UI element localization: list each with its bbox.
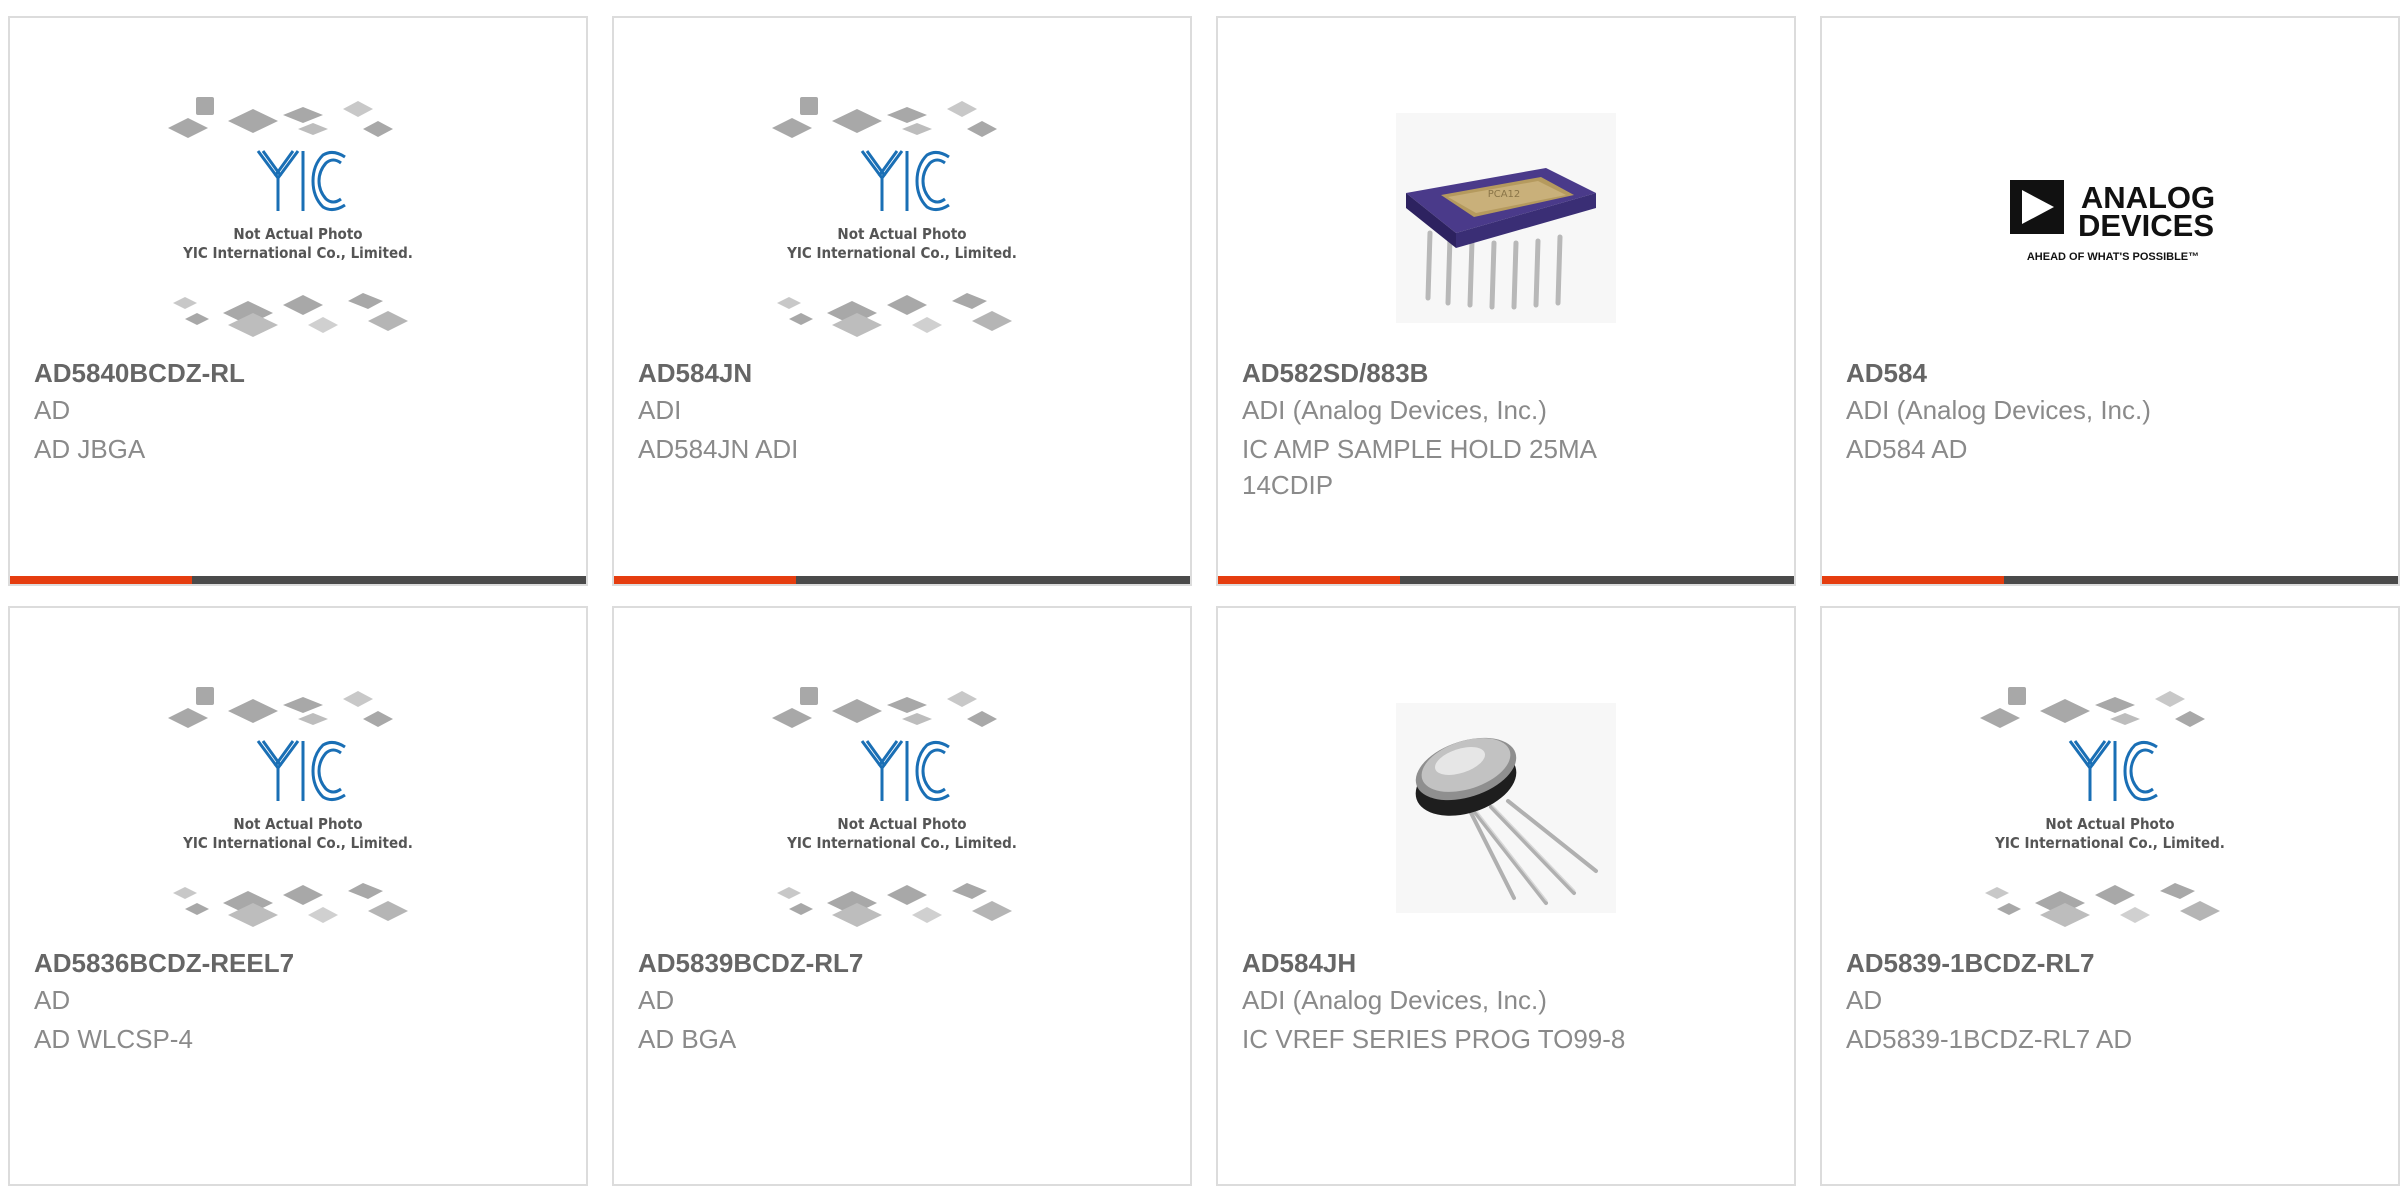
product-card[interactable]: Not Actual Photo YIC International Co., … xyxy=(612,606,1192,1186)
product-image: Not Actual Photo YIC International Co., … xyxy=(614,68,1190,368)
part-number[interactable]: AD5840BCDZ-RL xyxy=(34,358,562,389)
product-image xyxy=(1218,658,1794,958)
placeholder-caption-1: Not Actual Photo xyxy=(233,225,362,243)
placeholder-caption-2: YIC International Co., Limited. xyxy=(182,244,413,262)
placeholder-caption-1: Not Actual Photo xyxy=(837,815,966,833)
part-number[interactable]: AD582SD/883B xyxy=(1242,358,1770,389)
card-accent-bar xyxy=(10,576,586,584)
svg-text:PCA12: PCA12 xyxy=(1488,189,1521,200)
not-actual-photo-placeholder: Not Actual Photo YIC International Co., … xyxy=(168,687,413,927)
part-number[interactable]: AD5839BCDZ-RL7 xyxy=(638,948,1166,979)
manufacturer: AD xyxy=(34,985,71,1015)
part-number[interactable]: AD584JH xyxy=(1242,948,1770,979)
description: AD JBGA xyxy=(34,434,146,464)
product-card[interactable]: PCA12 AD582SD/883B ADI (Analog Devices, … xyxy=(1216,16,1796,586)
description: IC VREF SERIES PROG TO99-8 xyxy=(1242,1024,1626,1054)
card-accent-bar xyxy=(1822,576,2398,584)
analog-devices-logo-icon: ANALOG DEVICES AHEAD OF WHAT'S POSSIBLE™ xyxy=(2010,180,2215,263)
product-card[interactable]: Not Actual Photo YIC International Co., … xyxy=(8,16,588,586)
description: IC AMP SAMPLE HOLD 25MA 14CDIP xyxy=(1242,434,1596,500)
product-image: Not Actual Photo YIC International Co., … xyxy=(10,658,586,958)
manufacturer: AD xyxy=(34,395,71,425)
placeholder-caption-2: YIC International Co., Limited. xyxy=(1994,834,2225,852)
to99-metal-can-chip-icon xyxy=(1396,703,1616,913)
placeholder-caption-2: YIC International Co., Limited. xyxy=(786,834,1017,852)
description: AD584JN ADI xyxy=(638,434,799,464)
placeholder-caption-2: YIC International Co., Limited. xyxy=(182,834,413,852)
product-card[interactable]: Not Actual Photo YIC International Co., … xyxy=(612,16,1192,586)
description: AD BGA xyxy=(638,1024,737,1054)
placeholder-caption-1: Not Actual Photo xyxy=(837,225,966,243)
product-card[interactable]: AD584JH ADI (Analog Devices, Inc.) IC VR… xyxy=(1216,606,1796,1186)
manufacturer: AD xyxy=(1846,985,1883,1015)
logo-line-2: DEVICES xyxy=(2078,208,2214,243)
not-actual-photo-placeholder: Not Actual Photo YIC International Co., … xyxy=(1980,687,2225,927)
product-card[interactable]: Not Actual Photo YIC International Co., … xyxy=(1820,606,2400,1186)
manufacturer: AD xyxy=(638,985,675,1015)
product-image: PCA12 xyxy=(1218,68,1794,368)
product-image: Not Actual Photo YIC International Co., … xyxy=(1822,658,2398,958)
placeholder-caption-1: Not Actual Photo xyxy=(2045,815,2174,833)
part-number[interactable]: AD5839-1BCDZ-RL7 xyxy=(1846,948,2374,979)
manufacturer: ADI (Analog Devices, Inc.) xyxy=(1242,395,1547,425)
ceramic-dip-14-chip-icon: PCA12 xyxy=(1396,113,1616,323)
card-accent-bar xyxy=(614,576,1190,584)
product-grid: Not Actual Photo YIC International Co., … xyxy=(0,0,2400,1186)
manufacturer: ADI xyxy=(638,395,682,425)
description: AD WLCSP-4 xyxy=(34,1024,193,1054)
description: AD5839-1BCDZ-RL7 AD xyxy=(1846,1024,2133,1054)
product-image: ANALOG DEVICES AHEAD OF WHAT'S POSSIBLE™ xyxy=(1822,68,2398,368)
product-image: Not Actual Photo YIC International Co., … xyxy=(10,68,586,368)
product-image: Not Actual Photo YIC International Co., … xyxy=(614,658,1190,958)
product-card[interactable]: Not Actual Photo YIC International Co., … xyxy=(8,606,588,1186)
part-number[interactable]: AD584JN xyxy=(638,358,1166,389)
manufacturer: ADI (Analog Devices, Inc.) xyxy=(1846,395,2151,425)
description: AD584 AD xyxy=(1846,434,1968,464)
part-number[interactable]: AD584 xyxy=(1846,358,2374,389)
not-actual-photo-placeholder: Not Actual Photo YIC International Co., … xyxy=(772,97,1017,337)
not-actual-photo-placeholder: Not Actual Photo YIC International Co., … xyxy=(772,687,1017,927)
manufacturer: ADI (Analog Devices, Inc.) xyxy=(1242,985,1547,1015)
placeholder-caption-2: YIC International Co., Limited. xyxy=(786,244,1017,262)
part-number[interactable]: AD5836BCDZ-REEL7 xyxy=(34,948,562,979)
not-actual-photo-placeholder: Not Actual Photo YIC International Co., … xyxy=(168,97,413,337)
card-accent-bar xyxy=(1218,576,1794,584)
logo-tagline: AHEAD OF WHAT'S POSSIBLE™ xyxy=(2027,251,2199,263)
placeholder-caption-1: Not Actual Photo xyxy=(233,815,362,833)
product-card[interactable]: ANALOG DEVICES AHEAD OF WHAT'S POSSIBLE™… xyxy=(1820,16,2400,586)
